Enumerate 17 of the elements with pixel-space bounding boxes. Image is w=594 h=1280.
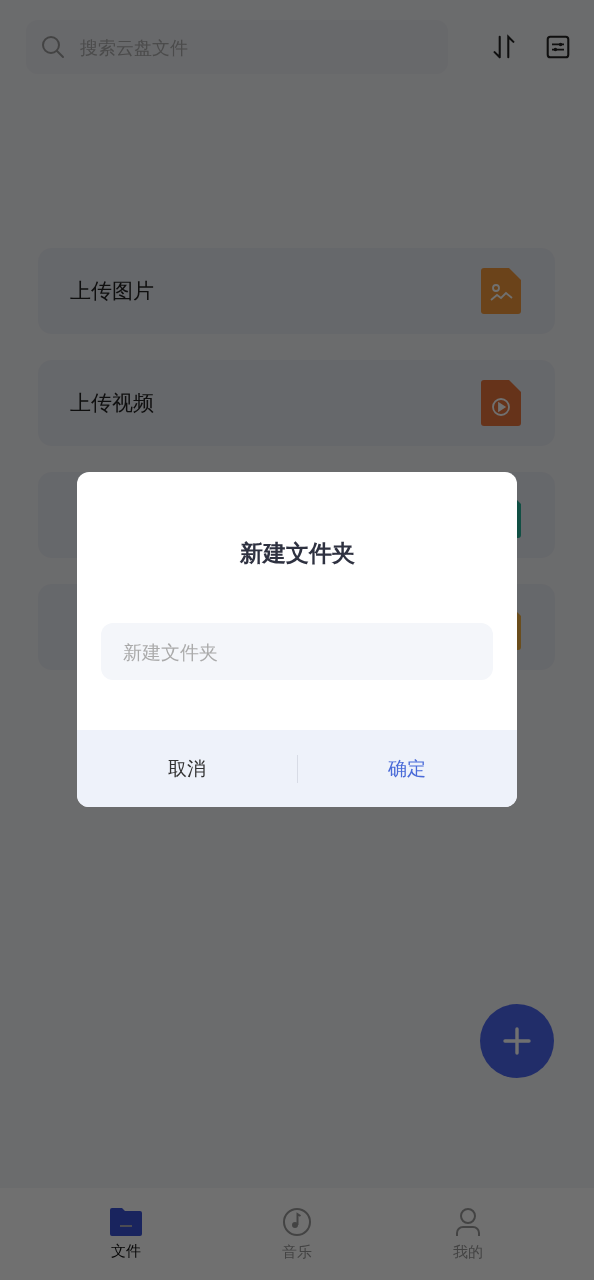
plus-icon [503, 1027, 531, 1055]
action-label: 上传图片 [70, 278, 154, 305]
video-file-icon [481, 380, 521, 426]
image-file-icon [481, 268, 521, 314]
action-label: 上传视频 [70, 390, 154, 417]
folder-name-field[interactable]: 新建文件夹 [101, 623, 493, 680]
confirm-button[interactable]: 确定 [297, 730, 517, 807]
person-icon [455, 1206, 482, 1237]
cancel-button[interactable]: 取消 [77, 730, 297, 807]
settings-icon[interactable] [546, 33, 570, 61]
search-icon [40, 34, 66, 60]
music-icon [282, 1206, 312, 1237]
nav-tab[interactable]: 文件 [85, 1188, 166, 1280]
action-card[interactable]: 上传图片 [38, 248, 555, 334]
dialog-title: 新建文件夹 [239, 539, 355, 568]
action-card[interactable]: 上传视频 [38, 360, 555, 446]
folder-icon [109, 1207, 142, 1236]
